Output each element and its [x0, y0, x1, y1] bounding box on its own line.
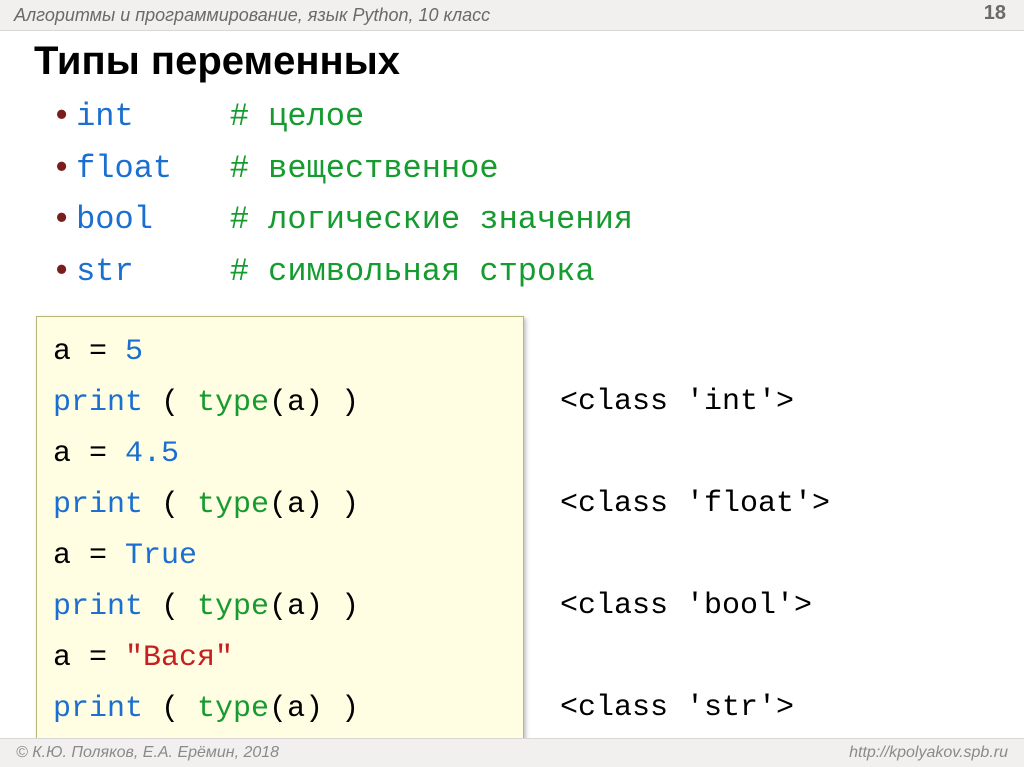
code-line: print ( type(a) ) [53, 378, 507, 429]
code-block: a = 5 print ( type(a) ) a = 4.5 print ( … [36, 316, 524, 748]
type-list: • int # целое • float # вещественное • b… [56, 90, 1024, 296]
footer: © К.Ю. Поляков, Е.А. Ерёмин, 2018 http:/… [0, 738, 1024, 767]
output-int: <class 'int'> [560, 377, 830, 428]
output-float: <class 'float'> [560, 479, 830, 530]
type-row-int: • int # целое [56, 90, 1024, 142]
code-line: print ( type(a) ) [53, 684, 507, 735]
page-number: 18 [984, 2, 1006, 25]
code-line: a = 4.5 [53, 429, 507, 480]
slide: Алгоритмы и программирование, язык Pytho… [0, 0, 1024, 767]
footer-copyright: © К.Ю. Поляков, Е.А. Ерёмин, 2018 [16, 744, 279, 761]
code-line: a = True [53, 531, 507, 582]
code-line: a = 5 [53, 327, 507, 378]
type-row-float: • float # вещественное [56, 142, 1024, 194]
type-row-bool: • bool # логические значения [56, 193, 1024, 245]
type-row-str: • str # символьная строка [56, 245, 1024, 297]
output-bool: <class 'bool'> [560, 581, 830, 632]
code-line: print ( type(a) ) [53, 480, 507, 531]
output-str: <class 'str'> [560, 683, 830, 734]
code-line: print ( type(a) ) [53, 582, 507, 633]
top-bar: Алгоритмы и программирование, язык Pytho… [0, 0, 1024, 31]
footer-url: http://kpolyakov.spb.ru [849, 739, 1008, 767]
breadcrumb: Алгоритмы и программирование, язык Pytho… [14, 5, 490, 25]
output-block: <class 'int'> <class 'float'> <class 'bo… [560, 326, 830, 734]
code-line: a = "Вася" [53, 633, 507, 684]
slide-title: Типы переменных [34, 39, 1024, 84]
